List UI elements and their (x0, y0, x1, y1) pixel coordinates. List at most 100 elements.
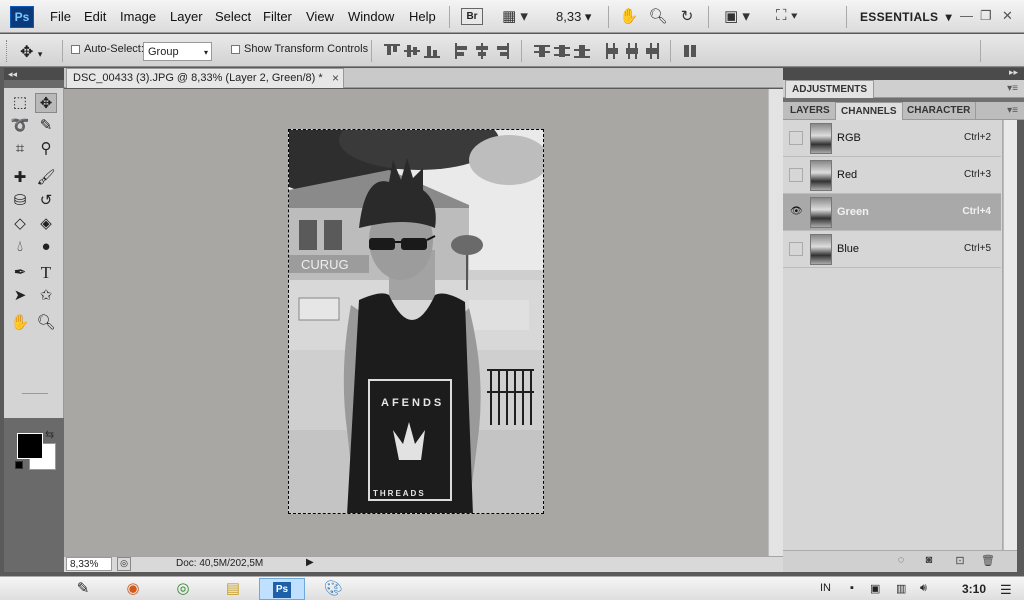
tools-panel-header[interactable]: ◂◂ (4, 68, 64, 80)
document-image[interactable]: CURUG AFENDS THREADS (288, 129, 544, 514)
eraser-tool-icon[interactable]: ◇ (9, 214, 31, 234)
visibility-toggle[interactable] (789, 242, 803, 256)
workspace-switcher[interactable]: ESSENTIALS ▾ (860, 10, 952, 24)
blur-tool-icon[interactable]: 💧︎ (9, 237, 31, 257)
distribute-right-icon[interactable] (644, 43, 660, 59)
delete-channel-icon[interactable]: 🗑︎ (981, 554, 995, 568)
adjustments-tab[interactable]: ADJUSTMENTS (785, 80, 875, 98)
apple-icon[interactable] (5, 578, 51, 600)
quick-selection-tool-icon[interactable]: ✎ (35, 116, 57, 136)
paint-icon[interactable]: 🎨︎ (310, 578, 356, 600)
marquee-tool-icon[interactable]: ⬚ (9, 93, 31, 113)
screen-mode-icon[interactable]: ▦ ▾ (498, 7, 532, 27)
photoshop-icon[interactable]: Ps (259, 578, 305, 600)
expand-panels-icon[interactable]: ▸▸ (1009, 67, 1018, 78)
align-bottom-icon[interactable] (424, 43, 440, 59)
panel-menu-icon[interactable]: ▾≡ (1007, 83, 1018, 94)
tab-character[interactable]: CHARACTER (902, 102, 977, 120)
zoom-icon[interactable]: 🔍︎ (648, 7, 668, 27)
menu-file[interactable]: File (50, 9, 71, 24)
auto-align-layers-icon[interactable] (682, 43, 698, 59)
auto-select-dropdown[interactable]: Group ▾ (143, 42, 212, 61)
language-indicator[interactable]: IN (820, 582, 831, 594)
minimize-icon[interactable]: — (960, 8, 973, 23)
distribute-top-icon[interactable] (534, 43, 550, 59)
new-channel-icon[interactable]: ⊡ (953, 554, 967, 568)
align-left-icon[interactable] (454, 43, 470, 59)
foreground-color-swatch[interactable] (17, 433, 43, 459)
screen-mode-icon[interactable]: ⛶ ▾ (770, 7, 804, 27)
restore-icon[interactable]: ❐ (980, 8, 992, 24)
tab-channels[interactable]: CHANNELS (835, 102, 903, 120)
channel-row-rgb[interactable]: RGB Ctrl+2 (783, 120, 1001, 157)
zoom-level-select[interactable]: 8,33 ▾ (556, 9, 591, 25)
tray-dot-icon[interactable]: ▪ (850, 582, 854, 594)
load-selection-icon[interactable]: ◌ (894, 554, 908, 568)
show-transform-checkbox[interactable] (231, 45, 240, 54)
menu-edit[interactable]: Edit (84, 9, 106, 24)
default-colors-icon[interactable] (15, 461, 23, 469)
status-info-icon[interactable]: ◎ (117, 557, 131, 571)
align-vertical-center-icon[interactable] (404, 43, 420, 59)
distribute-vertical-center-icon[interactable] (554, 43, 570, 59)
channel-row-blue[interactable]: Blue Ctrl+5 (783, 231, 1001, 268)
panel-menu-icon[interactable]: ▾≡ (1007, 105, 1018, 116)
menu-help[interactable]: Help (409, 9, 436, 24)
spot-healing-tool-icon[interactable]: ✚ (9, 168, 31, 188)
rotate-view-icon[interactable]: ↻ (676, 7, 698, 27)
swap-colors-icon[interactable]: ⇆ (45, 428, 54, 441)
inkscape-icon[interactable]: ✎ (60, 578, 106, 600)
hand-icon[interactable]: ✋ (619, 7, 639, 27)
close-icon[interactable]: ✕ (1002, 8, 1013, 24)
path-selection-tool-icon[interactable]: ➤ (9, 286, 31, 306)
save-selection-icon[interactable]: ◙ (922, 554, 936, 568)
channel-row-red[interactable]: Red Ctrl+3 (783, 157, 1001, 194)
brush-tool-icon[interactable]: 🖌︎ (35, 168, 57, 188)
menu-select[interactable]: Select (215, 9, 251, 24)
document-tab[interactable]: DSC_00433 (3).JPG @ 8,33% (Layer 2, Gree… (66, 68, 344, 88)
bridge-button[interactable]: Br (461, 8, 483, 25)
dodge-tool-icon[interactable]: ● (35, 237, 57, 257)
auto-select-checkbox[interactable] (71, 45, 80, 54)
menu-layer[interactable]: Layer (170, 9, 203, 24)
tab-layers[interactable]: LAYERS (785, 102, 836, 120)
visibility-toggle[interactable] (789, 131, 803, 145)
distribute-bottom-icon[interactable] (574, 43, 590, 59)
vertical-scrollbar[interactable] (768, 89, 783, 556)
panel-scrollbar[interactable] (1003, 120, 1017, 550)
type-tool-icon[interactable]: T (35, 263, 57, 283)
history-brush-tool-icon[interactable]: ↺ (35, 191, 57, 211)
menu-image[interactable]: Image (120, 9, 156, 24)
eye-icon[interactable]: 👁︎ (789, 205, 803, 219)
menu-filter[interactable]: Filter (263, 9, 292, 24)
clock[interactable]: 3:10 (962, 582, 986, 596)
align-horizontal-center-icon[interactable] (474, 43, 490, 59)
custom-shape-tool-icon[interactable]: ✩ (35, 286, 57, 306)
visibility-toggle[interactable] (789, 168, 803, 182)
close-document-icon[interactable]: × (332, 71, 339, 85)
menu-view[interactable]: View (306, 9, 334, 24)
tray-app-icon[interactable]: ▣ (870, 582, 880, 595)
move-tool-preset-icon[interactable]: ✥ ▾ (20, 42, 42, 62)
menu-icon[interactable]: ☰ (1000, 582, 1012, 598)
clone-stamp-tool-icon[interactable]: ⛁ (9, 191, 31, 211)
distribute-left-icon[interactable] (604, 43, 620, 59)
status-menu-arrow-icon[interactable]: ▶ (306, 557, 314, 568)
firefox-icon[interactable]: ◉ (110, 578, 156, 600)
align-top-icon[interactable] (384, 43, 400, 59)
move-tool-icon[interactable]: ✥ (35, 93, 57, 113)
channel-row-green[interactable]: 👁︎ Green Ctrl+4 (783, 194, 1001, 231)
chrome-icon[interactable]: ◎ (160, 578, 206, 600)
menu-window[interactable]: Window (348, 9, 394, 24)
eyedropper-tool-icon[interactable]: ⚲ (35, 139, 57, 159)
distribute-horizontal-center-icon[interactable] (624, 43, 640, 59)
zoom-status-field[interactable]: 8,33% (66, 557, 112, 571)
paint-bucket-tool-icon[interactable]: ◈ (35, 214, 57, 234)
crop-tool-icon[interactable]: ⌗ (9, 139, 31, 159)
zoom-tool-icon[interactable]: 🔍︎ (35, 313, 57, 333)
align-right-icon[interactable] (494, 43, 510, 59)
lasso-tool-icon[interactable]: ➰ (9, 116, 31, 136)
files-icon[interactable]: ▤ (210, 578, 256, 600)
hand-tool-icon[interactable]: ✋ (9, 313, 31, 333)
network-icon[interactable]: ▥ (896, 582, 906, 595)
